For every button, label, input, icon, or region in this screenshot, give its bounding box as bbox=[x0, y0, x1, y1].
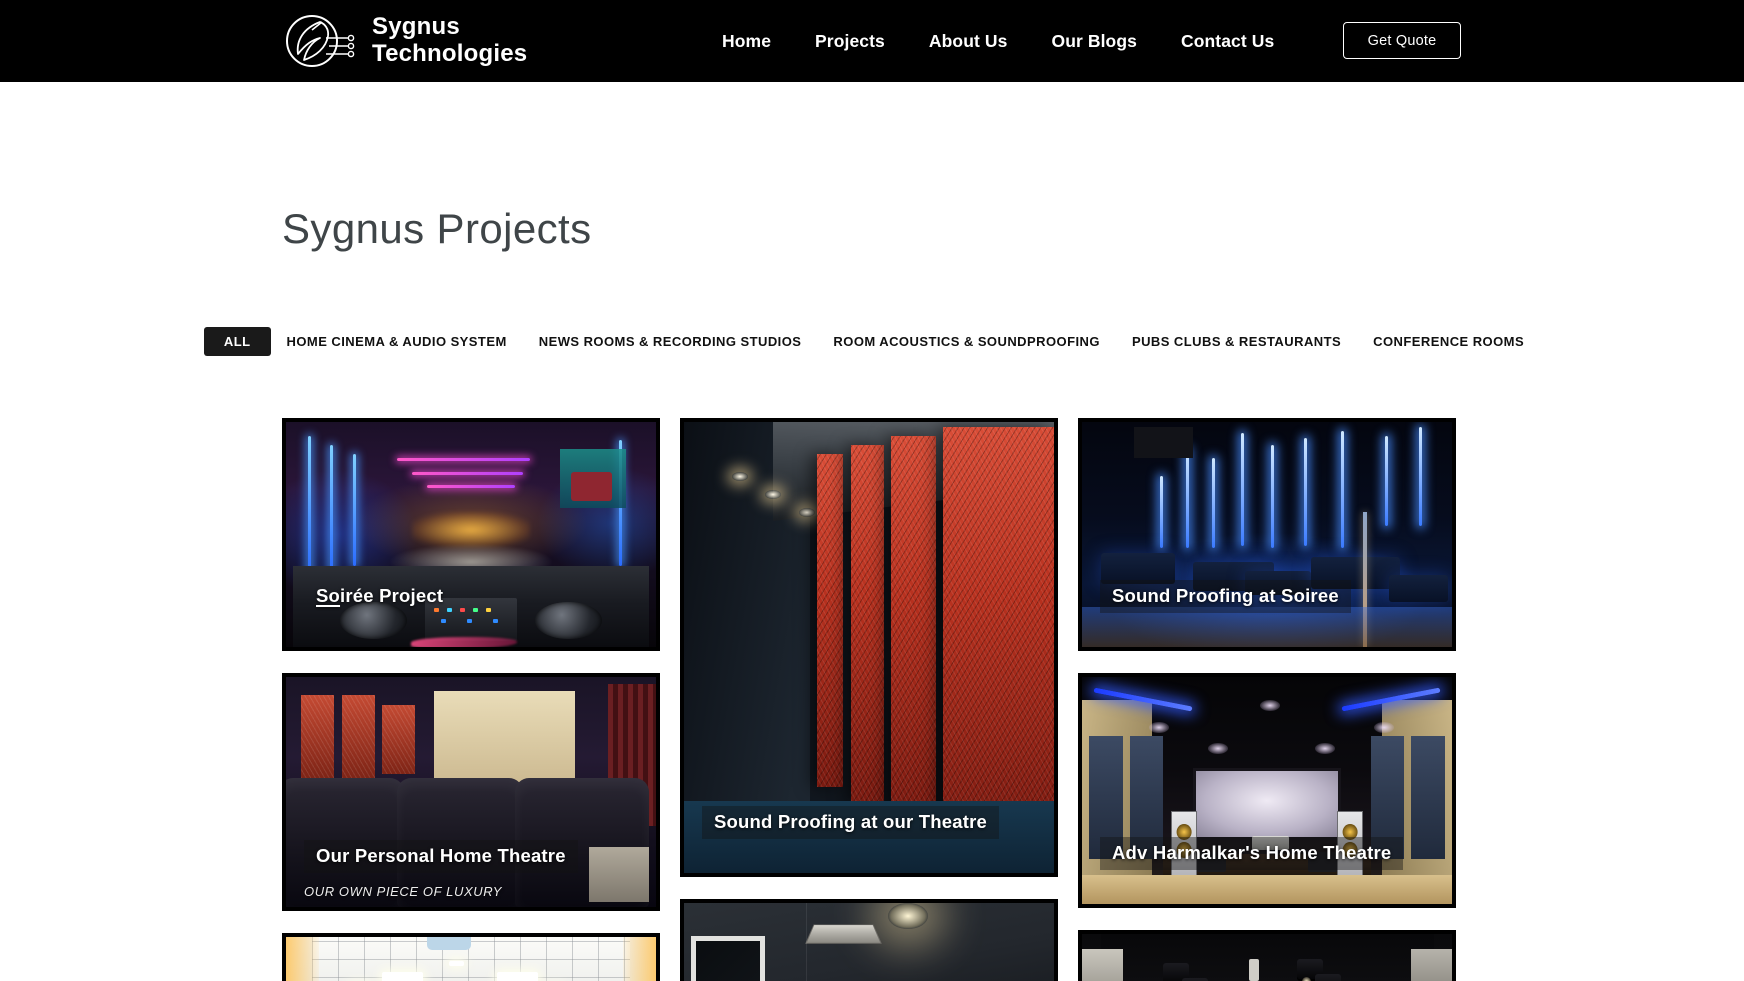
project-photo-harmalkar-home-theatre: Adv Harmalkar's Home Theatre bbox=[1082, 677, 1452, 904]
filter-home-cinema-audio-system[interactable]: HOME CINEMA & AUDIO SYSTEM bbox=[271, 327, 523, 356]
filter-conference-rooms[interactable]: CONFERENCE ROOMS bbox=[1357, 327, 1540, 356]
filter-room-acoustics-soundproofing[interactable]: ROOM ACOUSTICS & SOUNDPROOFING bbox=[817, 327, 1116, 356]
project-subtitle-our-personal-home-theatre: OUR OWN PIECE OF LUXURY bbox=[304, 884, 502, 899]
filter-all[interactable]: ALL bbox=[203, 327, 271, 356]
scene-studio-black-ceiling-lights bbox=[1082, 934, 1452, 981]
scene-conference-room-ceiling bbox=[286, 937, 656, 981]
filter-pubs-clubs-restaurants[interactable]: PUBS CLUBS & RESTAURANTS bbox=[1116, 327, 1357, 356]
project-photo-conference-room bbox=[286, 937, 656, 981]
project-card-soiree-project[interactable]: Soirée Project bbox=[282, 418, 660, 651]
brand-logo[interactable]: Sygnus Technologies bbox=[282, 8, 527, 74]
scene-nightclub-neon-dj-booth bbox=[286, 422, 656, 647]
project-card-studio-black-ceiling[interactable] bbox=[1078, 930, 1456, 981]
project-card-adv-harmalkars-home-theatre[interactable]: Adv Harmalkar's Home Theatre bbox=[1078, 673, 1456, 908]
project-photo-dark-studio-room bbox=[684, 903, 1054, 981]
site-header: Sygnus Technologies Home Projects About … bbox=[0, 0, 1744, 82]
main-navigation: Home Projects About Us Our Blogs Contact… bbox=[700, 0, 1296, 82]
get-quote-button[interactable]: Get Quote bbox=[1343, 22, 1461, 59]
nav-item-home[interactable]: Home bbox=[700, 31, 793, 52]
project-column-left: Soirée Project Our Personal Home Theatre… bbox=[282, 418, 660, 981]
project-photo-personal-home-theatre: Our Personal Home Theatre OUR OWN PIECE … bbox=[286, 677, 656, 907]
project-photo-red-acoustic-panels: Sound Proofing at our Theatre bbox=[684, 422, 1054, 873]
brand-name: Sygnus Technologies bbox=[372, 13, 528, 67]
filter-news-rooms-recording-studios[interactable]: NEWS ROOMS & RECORDING STUDIOS bbox=[523, 327, 818, 356]
project-title-soiree-rest: irée Project bbox=[340, 585, 444, 606]
project-title-adv-harmalkars-home-theatre: Adv Harmalkar's Home Theatre bbox=[1100, 837, 1404, 870]
project-title-soiree-project: Soirée Project bbox=[316, 585, 444, 606]
project-grid: Soirée Project Our Personal Home Theatre… bbox=[282, 418, 1462, 981]
project-card-sound-proofing-at-soiree[interactable]: Sound Proofing at Soiree bbox=[1078, 418, 1456, 651]
scene-dark-studio-room bbox=[684, 903, 1054, 981]
project-card-our-personal-home-theatre[interactable]: Our Personal Home Theatre OUR OWN PIECE … bbox=[282, 673, 660, 911]
project-column-middle: Sound Proofing at our Theatre bbox=[680, 418, 1058, 981]
project-photo-studio-black-ceiling bbox=[1082, 934, 1452, 981]
scene-blue-neon-lounge bbox=[1082, 422, 1452, 647]
project-card-sound-proofing-at-our-theatre[interactable]: Sound Proofing at our Theatre bbox=[680, 418, 1058, 877]
project-filter-bar: ALL HOME CINEMA & AUDIO SYSTEM NEWS ROOM… bbox=[0, 327, 1744, 356]
project-card-conference-room[interactable] bbox=[282, 933, 660, 981]
page-title: Sygnus Projects bbox=[282, 205, 592, 252]
project-photo-nightclub: Soirée Project bbox=[286, 422, 656, 647]
project-card-dark-studio-room[interactable] bbox=[680, 899, 1058, 981]
project-column-right: Sound Proofing at Soiree Adv Harmalkar's… bbox=[1078, 418, 1456, 981]
sygnus-bird-logo-icon bbox=[282, 8, 358, 74]
nav-item-our-blogs[interactable]: Our Blogs bbox=[1029, 31, 1159, 52]
project-title-sound-proofing-at-our-theatre: Sound Proofing at our Theatre bbox=[702, 806, 1000, 839]
project-title-sound-proofing-at-soiree: Sound Proofing at Soiree bbox=[1100, 580, 1351, 613]
project-title-our-personal-home-theatre: Our Personal Home Theatre bbox=[304, 840, 578, 873]
nav-item-projects[interactable]: Projects bbox=[793, 31, 907, 52]
project-photo-blue-neon-lounge: Sound Proofing at Soiree bbox=[1082, 422, 1452, 647]
nav-item-contact-us[interactable]: Contact Us bbox=[1159, 31, 1296, 52]
nav-item-about-us[interactable]: About Us bbox=[907, 31, 1030, 52]
